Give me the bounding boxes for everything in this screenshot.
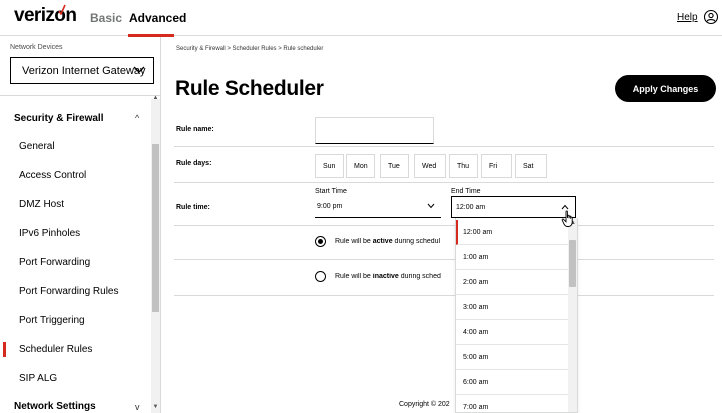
day-fri-button[interactable]: Fri: [481, 154, 512, 178]
rule-inactive-radio[interactable]: [315, 271, 326, 282]
time-option[interactable]: 4:00 am: [456, 320, 568, 345]
radio-selected-dot: [318, 239, 323, 244]
network-device-select[interactable]: Verizon Internet Gateway: [10, 57, 154, 84]
copyright-text: Copyright © 202: [399, 401, 450, 408]
time-option[interactable]: 7:00 am: [456, 395, 568, 412]
row-divider: [174, 182, 714, 183]
sidebar-group-security-firewall[interactable]: Security & Firewall ^: [0, 113, 150, 124]
day-sat-button[interactable]: Sat: [515, 154, 547, 178]
rule-name-input[interactable]: [315, 117, 434, 144]
day-mon-button[interactable]: Mon: [346, 154, 375, 178]
sidebar-item-label: General: [19, 141, 55, 152]
sidebar-item-sip-alg[interactable]: SIP ALG: [0, 364, 150, 393]
chevron-up-icon: ^: [135, 113, 140, 123]
end-time-label: End Time: [451, 188, 481, 195]
rule-days-label: Rule days:: [176, 160, 212, 167]
rule-active-radio[interactable]: [315, 236, 326, 247]
verizon-check-icon: [58, 4, 66, 15]
sidebar-item-port-forwarding-rules[interactable]: Port Forwarding Rules: [0, 277, 150, 306]
time-option[interactable]: 5:00 am: [456, 345, 568, 370]
hand-cursor-icon: [561, 210, 573, 227]
nav-advanced-tab[interactable]: Advanced: [129, 11, 186, 25]
chevron-down-icon: v: [135, 402, 140, 412]
sidebar-item-dmz-host[interactable]: DMZ Host: [0, 190, 150, 219]
breadcrumb[interactable]: Security & Firewall > Scheduler Rules > …: [176, 46, 323, 52]
sidebar-item-label: DMZ Host: [19, 199, 64, 210]
end-time-dropdown-list[interactable]: 12:00 am 1:00 am 2:00 am 3:00 am 4:00 am…: [455, 218, 578, 413]
rule-inactive-radio-label: Rule will be inactive during sched: [335, 273, 441, 280]
sidebar-item-label: IPv6 Pinholes: [19, 228, 81, 239]
time-option[interactable]: 3:00 am: [456, 295, 568, 320]
sidebar-item-access-control[interactable]: Access Control: [0, 161, 150, 190]
sidebar-divider: [0, 95, 160, 96]
sidebar-item-label: Access Control: [19, 170, 87, 181]
day-wed-button[interactable]: Wed: [414, 154, 446, 178]
sidebar-item-port-triggering[interactable]: Port Triggering: [0, 306, 150, 335]
rule-active-radio-label: Rule will be active during schedul: [335, 238, 441, 245]
page-title: Rule Scheduler: [175, 77, 324, 100]
sidebar-item-label: Port Triggering: [19, 315, 85, 326]
time-option[interactable]: 12:00 am: [456, 220, 568, 245]
time-option[interactable]: 6:00 am: [456, 370, 568, 395]
sidebar-group-label: Network Settings: [14, 401, 96, 412]
start-time-select[interactable]: 9:00 pm: [315, 196, 441, 218]
sidebar-item-port-forwarding[interactable]: Port Forwarding: [0, 248, 150, 277]
row-divider: [174, 259, 714, 260]
dropdown-scroll-thumb[interactable]: [569, 240, 576, 287]
sidebar-group-network-settings[interactable]: Network Settings v: [0, 401, 150, 412]
sidebar-item-label: SIP ALG: [19, 373, 58, 384]
sidebar-item-label: Port Forwarding Rules: [19, 286, 119, 297]
network-devices-label: Network Devices: [10, 44, 63, 51]
sidebar-item-ipv6-pinholes[interactable]: IPv6 Pinholes: [0, 219, 150, 248]
time-option[interactable]: 2:00 am: [456, 270, 568, 295]
row-divider: [174, 225, 714, 226]
end-time-value: 12:00 am: [456, 203, 486, 211]
sidebar: Network Devices Verizon Internet Gateway…: [0, 37, 161, 413]
sidebar-scroll-down-icon[interactable]: ▼: [152, 404, 159, 410]
apply-changes-button[interactable]: Apply Changes: [615, 75, 716, 102]
sidebar-group-label: Security & Firewall: [14, 113, 104, 124]
chevron-down-icon: [133, 66, 145, 73]
time-option[interactable]: 1:00 am: [456, 245, 568, 270]
start-time-label: Start Time: [315, 188, 347, 195]
verizon-logo[interactable]: verizon: [14, 5, 77, 27]
day-sun-button[interactable]: Sun: [315, 154, 344, 178]
network-device-value: Verizon Internet Gateway: [22, 64, 146, 77]
rule-name-label: Rule name:: [176, 126, 214, 133]
chevron-down-icon: [427, 203, 435, 209]
sidebar-item-label: Port Forwarding: [19, 257, 91, 268]
row-divider: [174, 295, 714, 296]
user-icon[interactable]: [703, 9, 719, 25]
row-divider: [174, 146, 714, 147]
sidebar-scroll-thumb[interactable]: [152, 144, 159, 312]
day-tue-button[interactable]: Tue: [380, 154, 409, 178]
sidebar-item-scheduler-rules[interactable]: Scheduler Rules: [0, 335, 150, 364]
sidebar-item-general[interactable]: General: [0, 132, 150, 161]
help-link[interactable]: Help: [677, 12, 698, 23]
nav-basic-tab[interactable]: Basic: [90, 11, 122, 25]
end-time-select[interactable]: 12:00 am: [451, 196, 576, 218]
top-bar: verizon Basic Advanced Help: [0, 0, 722, 37]
start-time-value: 9:00 pm: [317, 203, 343, 210]
day-thu-button[interactable]: Thu: [449, 154, 478, 178]
sidebar-item-label: Scheduler Rules: [19, 344, 93, 355]
rule-time-label: Rule time:: [176, 204, 210, 211]
